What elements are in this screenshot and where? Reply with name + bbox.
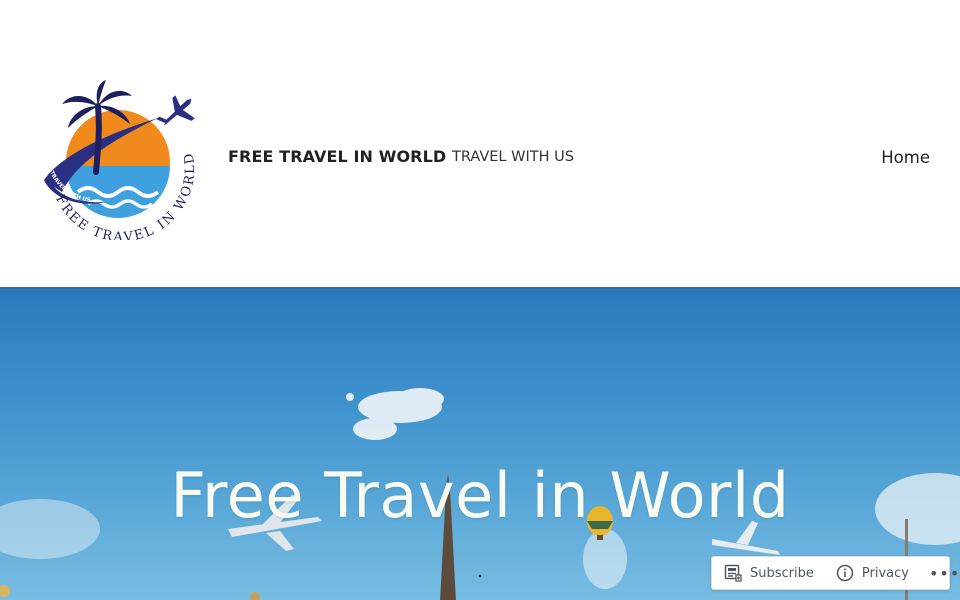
more-icon[interactable]: ••• <box>919 564 960 583</box>
site-logo[interactable]: FREE TRAVEL IN WORLD TRAVEL WITH US <box>38 80 198 240</box>
site-tagline: TRAVEL WITH US <box>452 149 574 165</box>
nav-item-home[interactable]: Home <box>881 148 930 167</box>
hero-background-image <box>0 388 960 600</box>
subscribe-button[interactable]: Subscribe <box>712 557 824 589</box>
hero-title: Free Travel in World <box>170 459 790 532</box>
privacy-button[interactable]: Privacy <box>824 557 919 589</box>
site-title[interactable]: FREE TRAVEL IN WORLD <box>228 147 446 166</box>
primary-nav: Home <box>881 148 930 167</box>
subscribe-label: Subscribe <box>750 565 814 581</box>
floating-action-bar: Subscribe Privacy ••• <box>711 556 959 590</box>
logo-emblem: FREE TRAVEL IN WORLD TRAVEL WITH US <box>44 80 196 240</box>
info-icon <box>836 564 854 582</box>
airplane-icon <box>156 95 195 126</box>
privacy-label: Privacy <box>861 565 909 581</box>
site-header: FREE TRAVEL IN WORLD TRAVEL WITH US FREE… <box>0 0 960 288</box>
subscribe-icon <box>724 564 742 582</box>
hero-banner: Free Travel in World <box>0 287 960 600</box>
